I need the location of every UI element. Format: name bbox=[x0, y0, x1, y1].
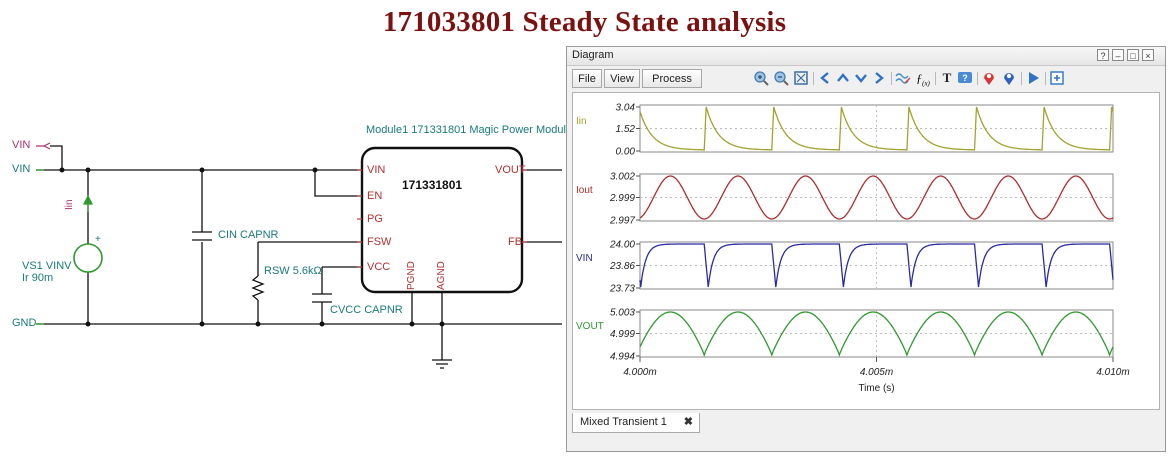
fit-icon[interactable] bbox=[793, 70, 809, 86]
pin-en-label: EN bbox=[367, 190, 383, 202]
y-tick-label: 4.999 bbox=[610, 329, 635, 340]
net-label-gnd: GND bbox=[12, 317, 37, 329]
menu-view[interactable]: View bbox=[604, 69, 640, 88]
zoom-out-icon[interactable] bbox=[773, 70, 789, 86]
series-label: Iin bbox=[576, 116, 587, 127]
diagram-window-title: Diagram bbox=[572, 49, 614, 61]
menu-file[interactable]: File bbox=[572, 69, 602, 88]
plot-pane-vout: 5.003 4.999 4.994 VOUT bbox=[576, 308, 1114, 363]
y-tick-label: 5.003 bbox=[610, 308, 635, 319]
x-tick-label: 4.005m bbox=[860, 367, 893, 378]
y-tick-label: 3.002 bbox=[610, 172, 635, 183]
pin-vin-label: VIN bbox=[367, 164, 386, 176]
tab-close-icon[interactable]: ✖ bbox=[684, 413, 693, 432]
net-label-vin: VIN bbox=[12, 163, 31, 175]
tab-bar: Mixed Transient 1 ✖ bbox=[567, 411, 1165, 435]
text-icon[interactable]: T bbox=[939, 70, 955, 86]
svg-text:?: ? bbox=[962, 73, 968, 83]
rsw-label: RSW 5.6kΩ bbox=[264, 265, 322, 277]
module-part-number: 171331801 bbox=[402, 178, 463, 192]
y-tick-label: 0.00 bbox=[616, 147, 636, 158]
y-tick-label: 2.999 bbox=[609, 193, 635, 204]
cursor-b-icon[interactable] bbox=[1001, 70, 1017, 86]
zoom-in-icon[interactable] bbox=[753, 70, 769, 86]
pan-up-icon[interactable] bbox=[835, 70, 851, 86]
maximize-button[interactable]: □ bbox=[1127, 49, 1139, 61]
y-tick-label: 1.52 bbox=[616, 124, 636, 135]
plot-pane-iin: 3.04 1.52 0.00 Iin bbox=[576, 103, 1114, 158]
cursor-a-icon[interactable] bbox=[981, 70, 997, 86]
y-tick-label: 3.04 bbox=[616, 103, 636, 114]
series-label: VOUT bbox=[576, 321, 604, 332]
add-icon[interactable] bbox=[1049, 70, 1065, 86]
net-label-vin-top: VIN bbox=[12, 139, 31, 151]
source-plus-sign: + bbox=[95, 234, 101, 245]
series-label: Iout bbox=[576, 185, 593, 196]
pin-pgnd-label: PGND bbox=[406, 261, 417, 290]
minimize-button[interactable]: – bbox=[1112, 49, 1124, 61]
waveform-icon[interactable] bbox=[895, 70, 911, 86]
pan-left-icon[interactable] bbox=[817, 70, 833, 86]
pan-right-icon[interactable] bbox=[871, 70, 887, 86]
pin-vout-label: VOUT bbox=[495, 164, 526, 176]
cin-label: CIN CAPNR bbox=[218, 229, 279, 241]
pin-pg-label: PG bbox=[367, 213, 383, 225]
x-tick-label: 4.000m bbox=[623, 367, 656, 378]
plot-pane-vin: 24.00 23.86 23.73 VIN bbox=[576, 240, 1114, 295]
help-button[interactable]: ? bbox=[1097, 49, 1109, 61]
y-tick-label: 23.86 bbox=[609, 261, 635, 272]
plot-panel[interactable]: 3.04 1.52 0.00 Iin 3.002 2.999 2.997 Iout 24.00 2… bbox=[572, 92, 1160, 410]
y-tick-label: 2.997 bbox=[609, 216, 635, 227]
tab-label: Mixed Transient 1 bbox=[580, 416, 667, 428]
diagram-window[interactable]: Diagram ? – □ × File View Process ƒ(x) T… bbox=[566, 46, 1166, 452]
menu-process[interactable]: Process bbox=[642, 69, 702, 88]
close-button[interactable]: × bbox=[1142, 49, 1154, 61]
tab-mixed-transient-1[interactable]: Mixed Transient 1 ✖ bbox=[572, 413, 700, 433]
cvcc-label: CVCC CAPNR bbox=[330, 304, 403, 316]
module-caption: Module1 171331801 Magic Power Module bbox=[366, 124, 573, 136]
help-icon[interactable]: ? bbox=[957, 70, 973, 86]
waveform-plot: 3.041.520.00Iin3.0022.9992.997Iout24.002… bbox=[576, 103, 1130, 395]
pin-fb-label: FB bbox=[508, 236, 523, 248]
pin-fsw-label: FSW bbox=[367, 236, 392, 248]
x-axis-label: Time (s) bbox=[858, 383, 894, 394]
iin-probe-label: Iin bbox=[64, 199, 75, 210]
pin-vcc-label: VCC bbox=[367, 261, 391, 273]
pin-agnd-label: AGND bbox=[436, 261, 447, 290]
diagram-titlebar[interactable]: Diagram ? – □ × bbox=[567, 47, 1165, 66]
pan-down-icon[interactable] bbox=[853, 70, 869, 86]
plot-pane-iout: 3.002 2.999 2.997 Iout bbox=[576, 172, 1114, 227]
diagram-menubar: File View Process ƒ(x) T ? bbox=[567, 66, 1165, 90]
source-param: Ir 90m bbox=[22, 272, 54, 284]
run-icon[interactable] bbox=[1025, 70, 1041, 86]
y-tick-label: 4.994 bbox=[610, 352, 635, 363]
series-label: VIN bbox=[576, 253, 593, 264]
x-tick-label: 4.010m bbox=[1096, 367, 1129, 378]
source-name: VS1 VINV bbox=[22, 260, 72, 272]
y-tick-label: 24.00 bbox=[609, 240, 635, 251]
schematic-canvas bbox=[36, 142, 562, 369]
function-icon[interactable]: ƒ(x) bbox=[913, 70, 933, 87]
y-tick-label: 23.73 bbox=[609, 284, 635, 295]
